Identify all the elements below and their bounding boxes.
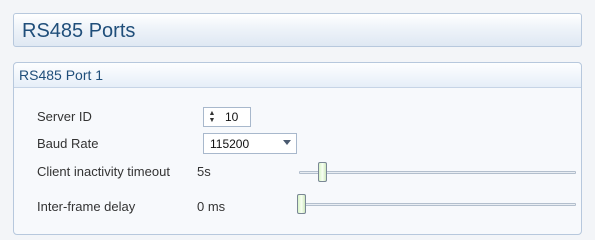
client-inactivity-timeout-slider-track[interactable] (299, 171, 576, 174)
client-inactivity-timeout-label: Client inactivity timeout (37, 164, 170, 179)
page-title: RS485 Ports (22, 20, 136, 42)
page-header: RS485 Ports (13, 13, 582, 47)
group-header: RS485 Port 1 (14, 63, 581, 88)
inter-frame-delay-label: Inter-frame delay (37, 199, 136, 214)
chevron-down-icon[interactable] (283, 140, 291, 145)
baud-rate-select[interactable]: 115200 (203, 133, 297, 154)
rs485-port-1-group: RS485 Port 1 Server ID ▲ ▼ 10 Baud Rate 1… (13, 62, 582, 235)
client-inactivity-timeout-value: 5s (197, 164, 211, 179)
server-id-value: 10 (225, 110, 239, 124)
server-id-spinner[interactable]: ▲ ▼ 10 (203, 107, 251, 127)
server-id-label: Server ID (37, 109, 92, 124)
up-down-spinner-icon[interactable]: ▲ ▼ (208, 110, 216, 124)
baud-rate-label: Baud Rate (37, 136, 99, 151)
inter-frame-delay-slider-thumb[interactable] (297, 194, 306, 214)
inter-frame-delay-value: 0 ms (197, 199, 226, 214)
baud-rate-value: 115200 (210, 137, 250, 151)
inter-frame-delay-slider-track[interactable] (299, 203, 576, 206)
client-inactivity-timeout-slider-thumb[interactable] (318, 162, 328, 182)
group-title: RS485 Port 1 (19, 67, 104, 83)
